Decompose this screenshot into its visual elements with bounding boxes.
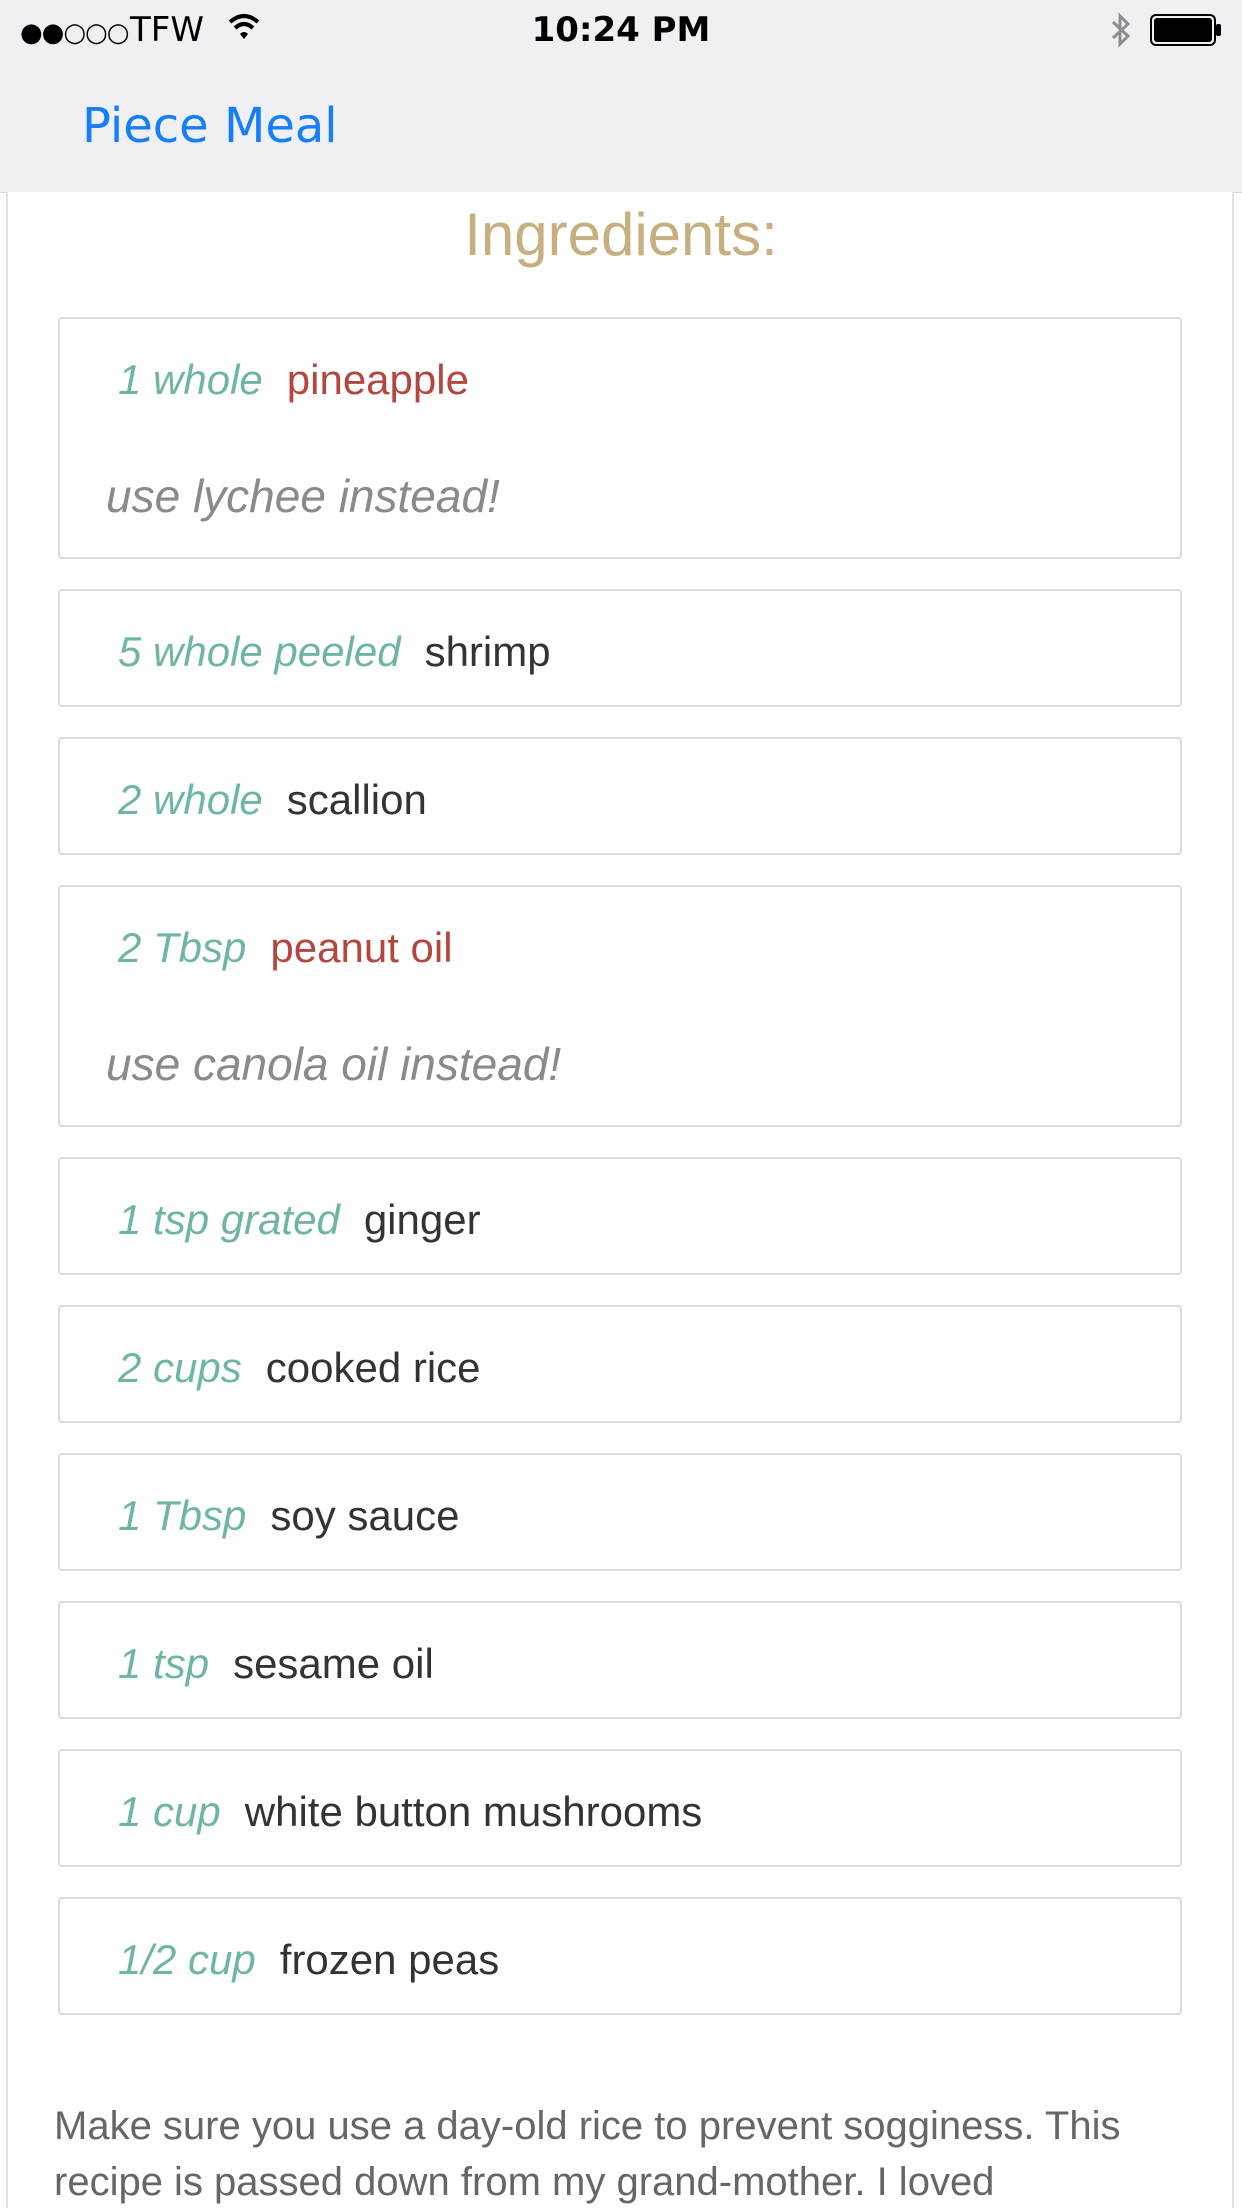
ingredient-line: 2 whole scallion [118,775,427,824]
ingredient-name: shrimp [424,628,551,675]
ingredient-name: cooked rice [265,1344,481,1391]
ingredient-card[interactable]: 2 cups cooked rice [58,1305,1182,1423]
ingredient-quantity: 1 cup [118,1788,221,1835]
ingredient-name: ginger [363,1196,481,1243]
ingredient-name: peanut oil [270,924,453,971]
ingredient-line: 2 Tbsp peanut oil [118,923,453,972]
ingredient-quantity: 2 cups [118,1344,242,1391]
ingredient-card[interactable]: 1 whole pineapple use lychee instead! [58,317,1182,559]
ingredient-name: pineapple [286,356,469,403]
ingredient-quantity: 1 Tbsp [118,1492,247,1539]
ingredient-card[interactable]: 5 whole peeled shrimp [58,589,1182,707]
ingredient-card[interactable]: 2 whole scallion [58,737,1182,855]
nav-back-button[interactable]: Piece Meal [82,98,338,154]
ingredient-name: soy sauce [270,1492,460,1539]
ingredient-line: 2 cups cooked rice [118,1343,481,1392]
bluetooth-icon [1108,10,1134,54]
ingredient-quantity: 1/2 cup [118,1936,256,1983]
ingredient-card[interactable]: 1 tsp sesame oil [58,1601,1182,1719]
recipe-notes-text: Make sure you use a day-old rice to prev… [54,2104,1121,2204]
ingredient-card[interactable]: 2 Tbsp peanut oil use canola oil instead! [58,885,1182,1127]
ingredient-quantity: 5 whole peeled [118,628,401,675]
navigation-bar: Piece Meal [0,60,1242,193]
ingredient-quantity: 2 whole [118,776,263,823]
ingredient-quantity: 1 tsp [118,1640,210,1687]
battery-icon [1150,14,1222,46]
ingredient-quantity: 1 whole [118,356,263,403]
ingredient-name: white button mushrooms [244,1788,703,1835]
ingredient-name: scallion [286,776,427,823]
status-bar: ●●○○○ TFW 10:24 PM [0,0,1242,60]
ingredient-note: use lychee instead! [106,470,500,522]
ingredient-card[interactable]: 1 cup white button mushrooms [58,1749,1182,1867]
ingredient-name: frozen peas [279,1936,500,1983]
ingredient-line: 5 whole peeled shrimp [118,627,551,676]
ingredient-line: 1 Tbsp soy sauce [118,1491,460,1540]
ingredient-name: sesame oil [233,1640,434,1687]
ingredient-note: use canola oil instead! [106,1038,562,1090]
ingredient-line: 1 tsp sesame oil [118,1639,434,1688]
ingredient-quantity: 1 tsp grated [118,1196,340,1243]
ingredient-card[interactable]: 1 tsp grated ginger [58,1157,1182,1275]
ingredient-line: 1/2 cup frozen peas [118,1935,499,1984]
ingredient-card[interactable]: 1/2 cup frozen peas [58,1897,1182,2015]
ingredient-line: 1 whole pineapple [118,355,469,404]
ingredient-line: 1 cup white button mushrooms [118,1787,702,1836]
ingredient-quantity: 2 Tbsp [118,924,247,971]
ingredient-card[interactable]: 1 Tbsp soy sauce [58,1453,1182,1571]
ingredient-line: 1 tsp grated ginger [118,1195,481,1244]
ingredients-heading: Ingredients: [464,201,778,268]
status-time: 10:24 PM [531,10,711,50]
